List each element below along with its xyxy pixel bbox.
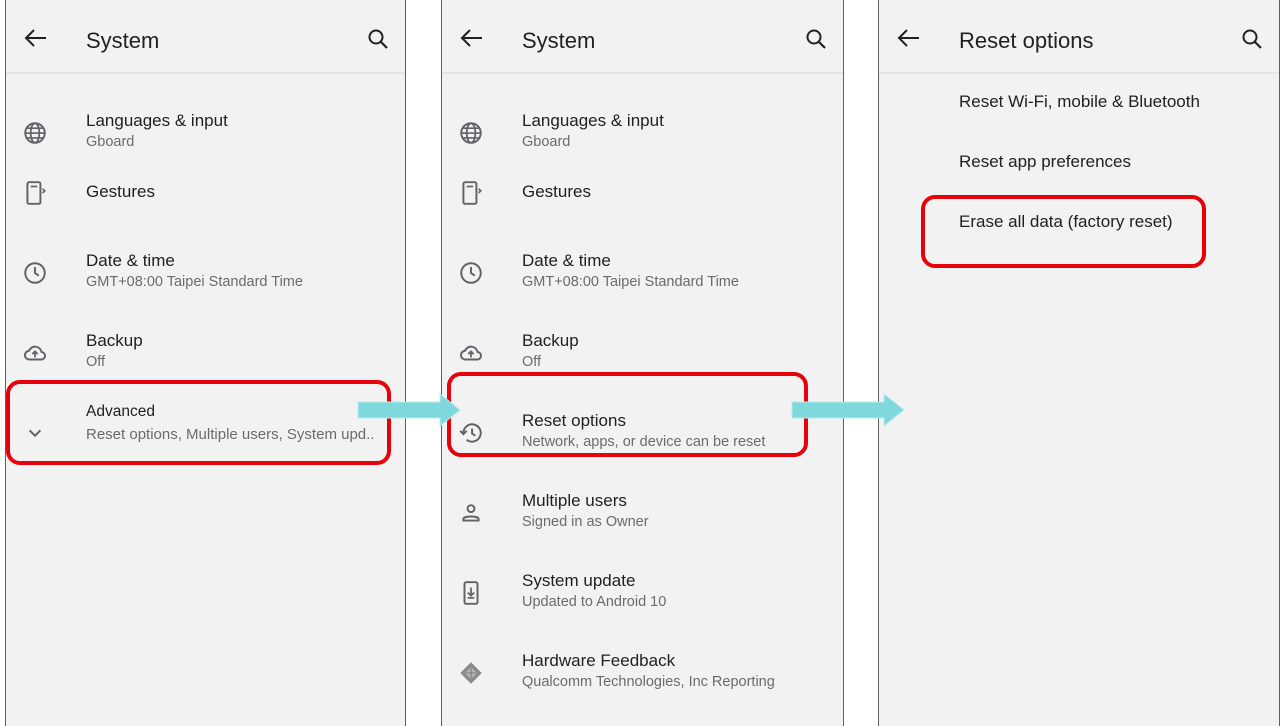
item-summary: Off xyxy=(522,354,542,370)
settings-item-backup[interactable]: Backup Off xyxy=(442,309,843,383)
item-label: Gestures xyxy=(86,182,155,201)
app-bar: System xyxy=(442,0,843,73)
item-label: Advanced xyxy=(86,403,155,420)
item-label: Erase all data (factory reset) xyxy=(959,212,1173,231)
settings-item-system-update[interactable]: System update Updated to Android 10 xyxy=(442,549,843,623)
settings-item-gestures[interactable]: Gestures xyxy=(6,152,405,226)
app-bar: System xyxy=(6,0,405,73)
back-arrow-icon[interactable] xyxy=(897,28,921,48)
item-label: Multiple users xyxy=(522,491,627,510)
item-label: Date & time xyxy=(522,251,611,270)
item-label: Reset Wi-Fi, mobile & Bluetooth xyxy=(959,92,1200,111)
system-update-icon xyxy=(463,581,479,605)
globe-icon xyxy=(460,122,482,144)
item-label: Date & time xyxy=(86,251,175,270)
flow-arrow-2 xyxy=(791,392,905,428)
item-summary: Qualcomm Technologies, Inc Reporting xyxy=(522,674,775,690)
page-title: System xyxy=(522,28,596,53)
item-summary: Reset options, Multiple users, System up… xyxy=(86,426,375,443)
item-summary: Gboard xyxy=(522,134,571,150)
clock-icon xyxy=(24,262,46,284)
page-title: Reset options xyxy=(959,28,1094,53)
search-icon[interactable] xyxy=(367,28,389,50)
back-arrow-icon[interactable] xyxy=(24,28,48,48)
page-title: System xyxy=(86,28,160,53)
hardware-chip-icon xyxy=(460,662,482,684)
item-label: Languages & input xyxy=(86,111,228,130)
item-summary: Network, apps, or device can be reset xyxy=(522,434,766,450)
erase-all-data-factory-reset[interactable]: Erase all data (factory reset) xyxy=(879,196,1279,252)
reset-app-preferences[interactable]: Reset app preferences xyxy=(879,136,1279,192)
flow-arrow-1 xyxy=(357,392,461,428)
cloud-upload-icon xyxy=(24,345,46,361)
globe-icon xyxy=(24,122,46,144)
settings-item-date-time[interactable]: Date & time GMT+08:00 Taipei Standard Ti… xyxy=(442,229,843,303)
system-settings-screen-1: System Languages & input Gboard Gestures… xyxy=(5,0,406,726)
search-icon[interactable] xyxy=(805,28,827,50)
item-label: Backup xyxy=(522,331,579,350)
cloud-upload-icon xyxy=(460,345,482,361)
reset-wifi-mobile-bluetooth[interactable]: Reset Wi-Fi, mobile & Bluetooth xyxy=(879,76,1279,132)
settings-item-advanced[interactable]: Advanced Reset options, Multiple users, … xyxy=(6,389,405,463)
app-bar: Reset options xyxy=(879,0,1279,73)
reset-options-screen: Reset options Reset Wi-Fi, mobile & Blue… xyxy=(878,0,1280,726)
settings-item-hardware-feedback[interactable]: Hardware Feedback Qualcomm Technologies,… xyxy=(442,629,843,703)
item-label: Languages & input xyxy=(522,111,664,130)
settings-item-multiple-users[interactable]: Multiple users Signed in as Owner xyxy=(442,469,843,543)
search-icon[interactable] xyxy=(1241,28,1263,50)
back-arrow-icon[interactable] xyxy=(460,28,484,48)
chevron-down-icon xyxy=(28,429,42,438)
system-settings-screen-2: System Languages & input Gboard Gestures… xyxy=(441,0,844,726)
item-label: System update xyxy=(522,571,636,590)
item-summary: Off xyxy=(86,354,106,370)
item-label: Reset options xyxy=(522,411,626,430)
item-label: Hardware Feedback xyxy=(522,651,676,670)
settings-item-backup[interactable]: Backup Off xyxy=(6,309,405,383)
item-label: Gestures xyxy=(522,182,591,201)
item-summary: Gboard xyxy=(86,134,135,150)
item-label: Reset app preferences xyxy=(959,152,1131,171)
gestures-phone-icon xyxy=(462,181,482,205)
person-icon xyxy=(462,504,480,522)
settings-item-date-time[interactable]: Date & time GMT+08:00 Taipei Standard Ti… xyxy=(6,229,405,303)
item-label: Backup xyxy=(86,331,143,350)
settings-item-reset-options[interactable]: Reset options Network, apps, or device c… xyxy=(442,389,843,463)
item-summary: GMT+08:00 Taipei Standard Time xyxy=(522,274,739,290)
settings-item-gestures[interactable]: Gestures xyxy=(442,152,843,226)
item-summary: GMT+08:00 Taipei Standard Time xyxy=(86,274,303,290)
item-summary: Updated to Android 10 xyxy=(522,594,667,610)
gestures-phone-icon xyxy=(26,181,46,205)
item-summary: Signed in as Owner xyxy=(522,514,649,530)
clock-icon xyxy=(460,262,482,284)
